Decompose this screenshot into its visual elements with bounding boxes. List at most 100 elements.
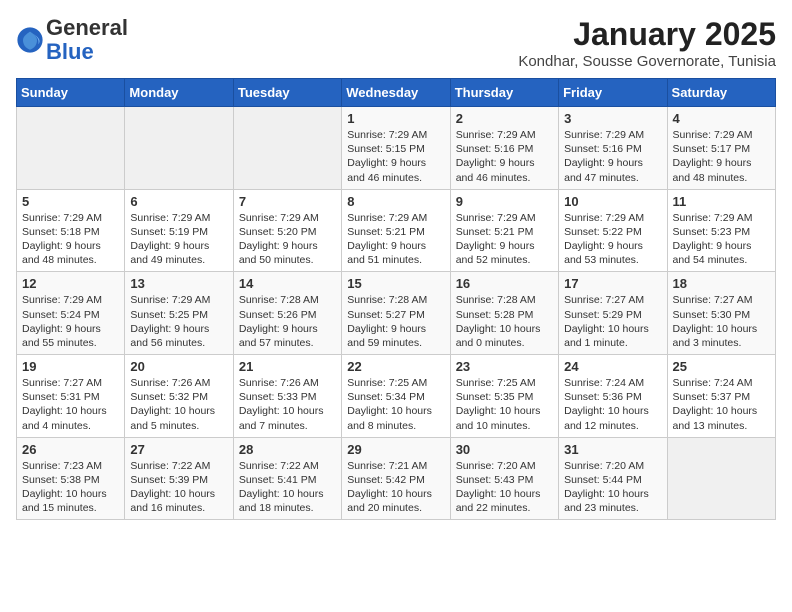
calendar-cell [17, 107, 125, 190]
calendar-cell: 5 Sunrise: 7:29 AM Sunset: 5:18 PM Daylig… [17, 189, 125, 272]
day-number: 21 [239, 359, 336, 374]
day-content: Sunrise: 7:29 AM Sunset: 5:15 PM Dayligh… [347, 128, 444, 185]
day-content: Sunrise: 7:27 AM Sunset: 5:31 PM Dayligh… [22, 376, 119, 433]
calendar-cell: 12 Sunrise: 7:29 AM Sunset: 5:24 PM Dayli… [17, 272, 125, 355]
calendar-cell [125, 107, 233, 190]
day-content: Sunrise: 7:23 AM Sunset: 5:38 PM Dayligh… [22, 459, 119, 516]
day-number: 29 [347, 442, 444, 457]
day-content: Sunrise: 7:29 AM Sunset: 5:24 PM Dayligh… [22, 293, 119, 350]
page-header: General Blue January 2025 Kondhar, Souss… [16, 16, 776, 70]
day-content: Sunrise: 7:29 AM Sunset: 5:25 PM Dayligh… [130, 293, 227, 350]
calendar-cell [233, 107, 341, 190]
day-content: Sunrise: 7:21 AM Sunset: 5:42 PM Dayligh… [347, 459, 444, 516]
day-content: Sunrise: 7:26 AM Sunset: 5:32 PM Dayligh… [130, 376, 227, 433]
calendar-cell: 8Sunrise: 7:29 AM Sunset: 5:21 PM Daylig… [342, 189, 450, 272]
day-content: Sunrise: 7:29 AM Sunset: 5:20 PM Dayligh… [239, 211, 336, 268]
day-number: 22 [347, 359, 444, 374]
day-content: Sunrise: 7:20 AM Sunset: 5:43 PM Dayligh… [456, 459, 553, 516]
logo: General Blue [16, 16, 128, 64]
weekday-header-monday: Monday [125, 79, 233, 107]
day-number: 12 [22, 276, 119, 291]
day-number: 16 [456, 276, 553, 291]
day-number: 31 [564, 442, 661, 457]
calendar-cell: 10 Sunrise: 7:29 AM Sunset: 5:22 PM Dayli… [559, 189, 667, 272]
calendar-cell: 27Sunrise: 7:22 AM Sunset: 5:39 PM Dayli… [125, 437, 233, 520]
calendar-header: SundayMondayTuesdayWednesdayThursdayFrid… [17, 79, 776, 107]
day-content: Sunrise: 7:28 AM Sunset: 5:28 PM Dayligh… [456, 293, 553, 350]
day-number: 15 [347, 276, 444, 291]
day-number: 26 [22, 442, 119, 457]
calendar-cell: 13 Sunrise: 7:29 AM Sunset: 5:25 PM Dayli… [125, 272, 233, 355]
calendar-cell: 28Sunrise: 7:22 AM Sunset: 5:41 PM Dayli… [233, 437, 341, 520]
logo-icon [16, 26, 44, 54]
day-number: 17 [564, 276, 661, 291]
logo-general-text: General [46, 15, 128, 40]
calendar-body: 1Sunrise: 7:29 AM Sunset: 5:15 PM Daylig… [17, 107, 776, 520]
weekday-header-friday: Friday [559, 79, 667, 107]
calendar-cell: 4 Sunrise: 7:29 AM Sunset: 5:17 PM Daylig… [667, 107, 775, 190]
day-number: 9 [456, 194, 553, 209]
day-content: Sunrise: 7:29 AM Sunset: 5:16 PM Dayligh… [564, 128, 661, 185]
day-content: Sunrise: 7:24 AM Sunset: 5:37 PM Dayligh… [673, 376, 770, 433]
calendar-cell: 2 Sunrise: 7:29 AM Sunset: 5:16 PM Daylig… [450, 107, 558, 190]
calendar-cell: 11Sunrise: 7:29 AM Sunset: 5:23 PM Dayli… [667, 189, 775, 272]
month-year-title: January 2025 [518, 16, 776, 53]
day-content: Sunrise: 7:27 AM Sunset: 5:29 PM Dayligh… [564, 293, 661, 350]
weekday-header-row: SundayMondayTuesdayWednesdayThursdayFrid… [17, 79, 776, 107]
day-number: 14 [239, 276, 336, 291]
calendar-cell: 29 Sunrise: 7:21 AM Sunset: 5:42 PM Dayli… [342, 437, 450, 520]
calendar-week-row: 12 Sunrise: 7:29 AM Sunset: 5:24 PM Dayli… [17, 272, 776, 355]
calendar-cell: 22Sunrise: 7:25 AM Sunset: 5:34 PM Dayli… [342, 355, 450, 438]
calendar-cell: 6Sunrise: 7:29 AM Sunset: 5:19 PM Daylig… [125, 189, 233, 272]
calendar-cell: 23Sunrise: 7:25 AM Sunset: 5:35 PM Dayli… [450, 355, 558, 438]
day-number: 7 [239, 194, 336, 209]
day-number: 4 [673, 111, 770, 126]
calendar-cell: 24 Sunrise: 7:24 AM Sunset: 5:36 PM Dayli… [559, 355, 667, 438]
day-content: Sunrise: 7:25 AM Sunset: 5:35 PM Dayligh… [456, 376, 553, 433]
day-content: Sunrise: 7:29 AM Sunset: 5:21 PM Dayligh… [456, 211, 553, 268]
day-content: Sunrise: 7:24 AM Sunset: 5:36 PM Dayligh… [564, 376, 661, 433]
calendar-cell: 16 Sunrise: 7:28 AM Sunset: 5:28 PM Dayli… [450, 272, 558, 355]
day-content: Sunrise: 7:20 AM Sunset: 5:44 PM Dayligh… [564, 459, 661, 516]
calendar-week-row: 26 Sunrise: 7:23 AM Sunset: 5:38 PM Dayli… [17, 437, 776, 520]
day-number: 2 [456, 111, 553, 126]
calendar-cell: 30Sunrise: 7:20 AM Sunset: 5:43 PM Dayli… [450, 437, 558, 520]
day-content: Sunrise: 7:29 AM Sunset: 5:18 PM Dayligh… [22, 211, 119, 268]
weekday-header-saturday: Saturday [667, 79, 775, 107]
weekday-header-sunday: Sunday [17, 79, 125, 107]
day-number: 5 [22, 194, 119, 209]
day-number: 3 [564, 111, 661, 126]
calendar-cell: 21 Sunrise: 7:26 AM Sunset: 5:33 PM Dayli… [233, 355, 341, 438]
day-content: Sunrise: 7:29 AM Sunset: 5:22 PM Dayligh… [564, 211, 661, 268]
day-number: 13 [130, 276, 227, 291]
day-content: Sunrise: 7:29 AM Sunset: 5:17 PM Dayligh… [673, 128, 770, 185]
day-number: 20 [130, 359, 227, 374]
calendar-cell: 3 Sunrise: 7:29 AM Sunset: 5:16 PM Daylig… [559, 107, 667, 190]
day-content: Sunrise: 7:26 AM Sunset: 5:33 PM Dayligh… [239, 376, 336, 433]
calendar-cell [667, 437, 775, 520]
day-number: 24 [564, 359, 661, 374]
title-block: January 2025 Kondhar, Sousse Governorate… [518, 16, 776, 70]
day-content: Sunrise: 7:29 AM Sunset: 5:21 PM Dayligh… [347, 211, 444, 268]
calendar-cell: 19 Sunrise: 7:27 AM Sunset: 5:31 PM Dayli… [17, 355, 125, 438]
day-number: 25 [673, 359, 770, 374]
logo-blue-text: Blue [46, 39, 94, 64]
day-number: 11 [673, 194, 770, 209]
calendar-cell: 31 Sunrise: 7:20 AM Sunset: 5:44 PM Dayli… [559, 437, 667, 520]
weekday-header-tuesday: Tuesday [233, 79, 341, 107]
calendar-table: SundayMondayTuesdayWednesdayThursdayFrid… [16, 78, 776, 520]
calendar-cell: 14 Sunrise: 7:28 AM Sunset: 5:26 PM Dayli… [233, 272, 341, 355]
weekday-header-wednesday: Wednesday [342, 79, 450, 107]
day-number: 19 [22, 359, 119, 374]
calendar-cell: 15Sunrise: 7:28 AM Sunset: 5:27 PM Dayli… [342, 272, 450, 355]
day-content: Sunrise: 7:29 AM Sunset: 5:19 PM Dayligh… [130, 211, 227, 268]
day-number: 28 [239, 442, 336, 457]
day-content: Sunrise: 7:29 AM Sunset: 5:16 PM Dayligh… [456, 128, 553, 185]
calendar-cell: 20 Sunrise: 7:26 AM Sunset: 5:32 PM Dayli… [125, 355, 233, 438]
calendar-week-row: 1Sunrise: 7:29 AM Sunset: 5:15 PM Daylig… [17, 107, 776, 190]
day-number: 10 [564, 194, 661, 209]
day-content: Sunrise: 7:22 AM Sunset: 5:39 PM Dayligh… [130, 459, 227, 516]
day-number: 18 [673, 276, 770, 291]
day-content: Sunrise: 7:28 AM Sunset: 5:26 PM Dayligh… [239, 293, 336, 350]
calendar-cell: 18Sunrise: 7:27 AM Sunset: 5:30 PM Dayli… [667, 272, 775, 355]
